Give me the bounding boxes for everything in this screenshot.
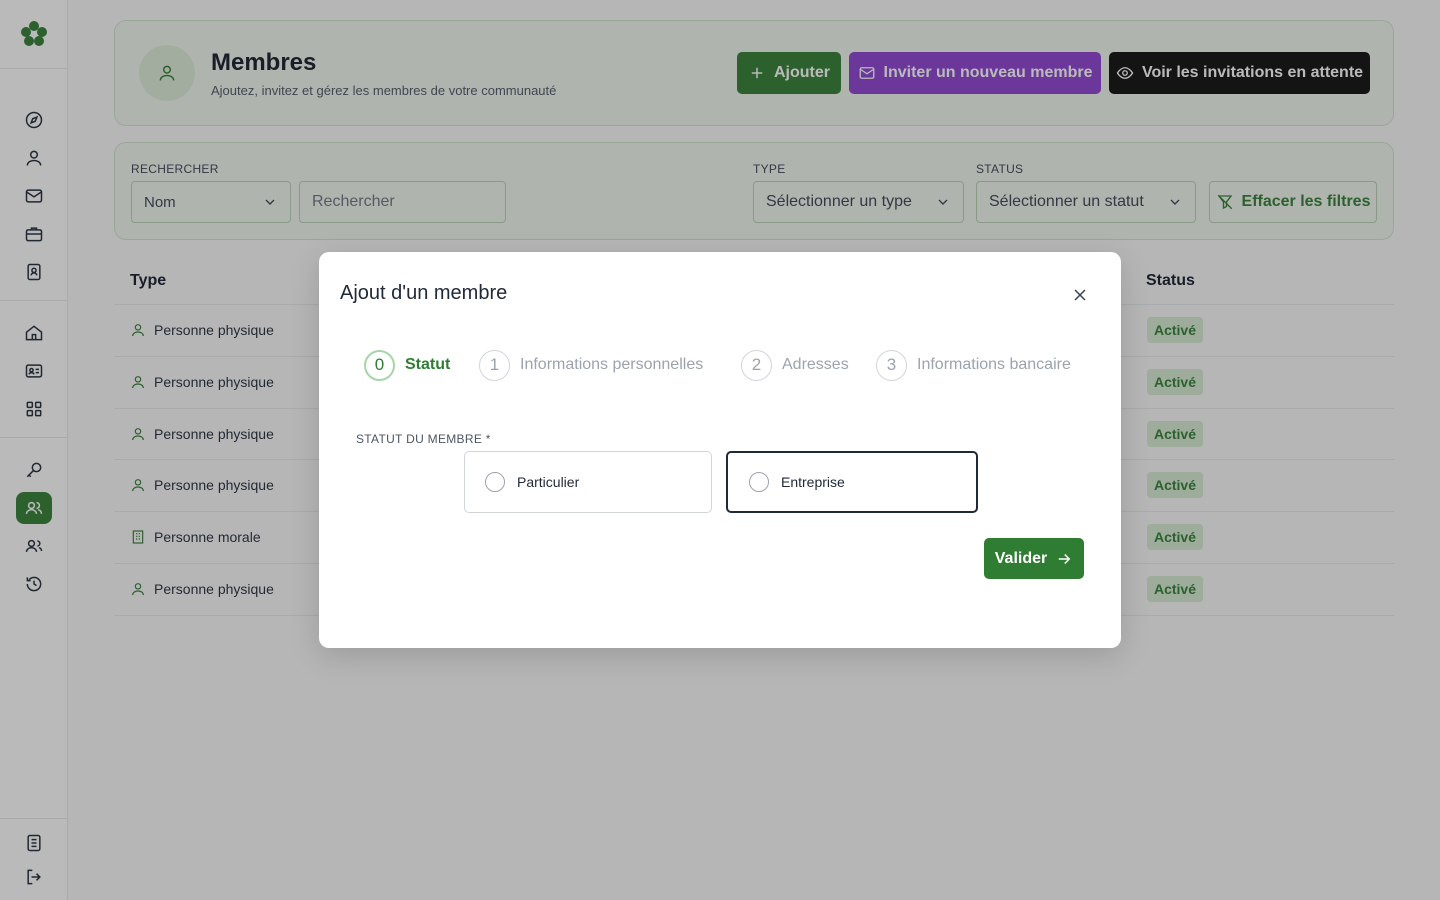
step-number: 2 [741, 349, 772, 381]
add-member-dialog: Ajout d'un membre 0 Statut 1 Information… [319, 252, 1121, 648]
member-status-label: STATUT DU MEMBRE * [356, 432, 491, 446]
step-number: 1 [479, 349, 510, 381]
arrow-right-icon [1058, 553, 1071, 564]
step-label: Statut [405, 356, 451, 373]
submit-label: Valider [994, 549, 1048, 567]
step-adresses[interactable]: 2 Adresses [741, 349, 849, 381]
radio-particulier[interactable]: Particulier [464, 451, 712, 513]
step-statut[interactable]: 0 Statut [364, 349, 450, 381]
step-label: Adresses [782, 356, 849, 373]
step-number: 3 [876, 349, 907, 381]
radio-circle[interactable] [485, 472, 505, 492]
dialog-title: Ajout d'un membre [340, 282, 508, 304]
step-informations-bancaire[interactable]: 3 Informations bancaire [876, 349, 1071, 381]
step-label: Informations bancaire [917, 356, 1071, 373]
radio-entreprise[interactable]: Entreprise [726, 451, 978, 513]
radio-circle[interactable] [749, 472, 769, 492]
close-button[interactable] [1067, 282, 1093, 308]
step-number: 0 [364, 349, 395, 381]
radio-label: Entreprise [781, 474, 845, 490]
radio-label: Particulier [517, 474, 580, 490]
step-label: Informations personnelles [520, 356, 704, 373]
step-informations-personnelles[interactable]: 1 Informations personnelles [479, 349, 703, 381]
submit-button[interactable]: Valider [984, 538, 1084, 579]
close-icon [1074, 289, 1086, 301]
